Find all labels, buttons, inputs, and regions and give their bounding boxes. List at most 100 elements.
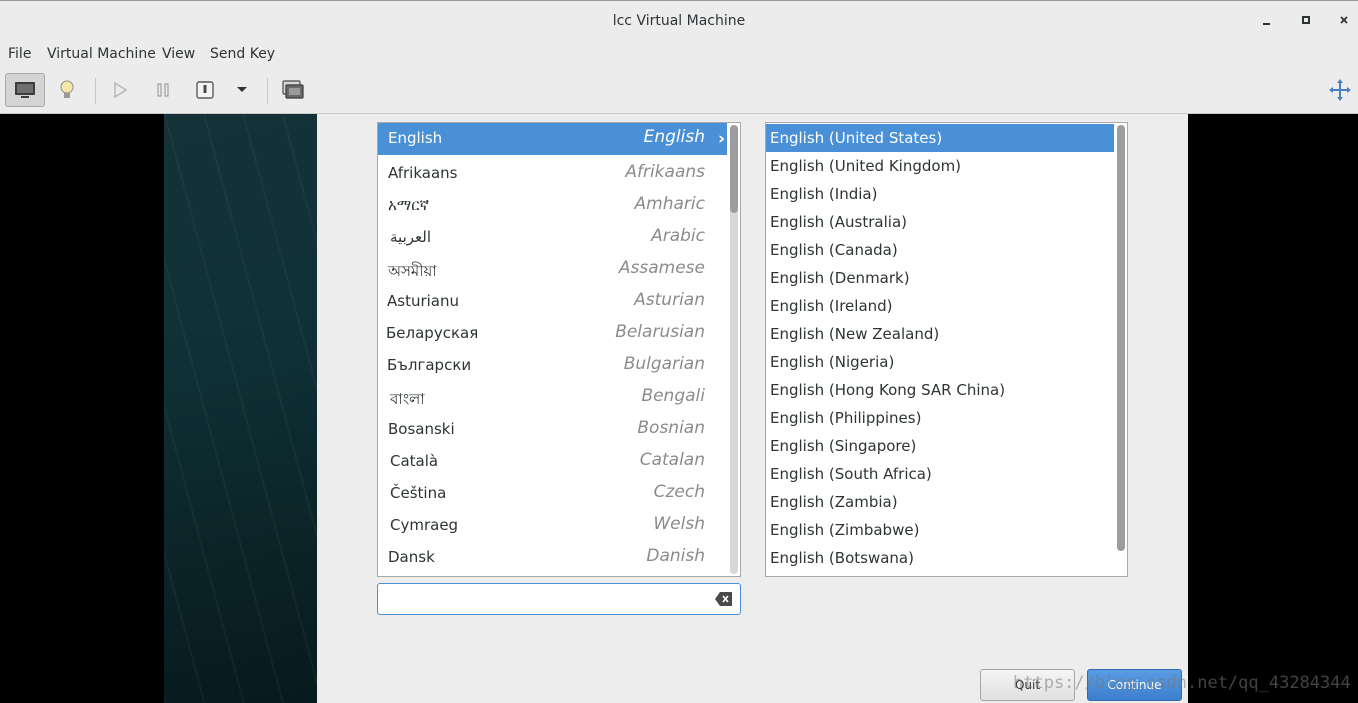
locale-item[interactable]: English (Nigeria) <box>766 348 1114 376</box>
continue-button[interactable]: Continue <box>1087 669 1182 701</box>
console-button[interactable] <box>5 73 45 107</box>
locale-item[interactable]: English (Zimbabwe) <box>766 516 1114 544</box>
guest-background-panel <box>164 114 317 703</box>
maximize-icon[interactable] <box>1296 11 1316 31</box>
locale-label: English (United States) <box>770 129 943 147</box>
language-item[interactable]: Dansk Danish <box>378 542 727 574</box>
locale-item[interactable]: English (South Africa) <box>766 460 1114 488</box>
scrollbar-thumb[interactable] <box>1117 125 1125 551</box>
language-english-name: Assamese <box>618 258 705 278</box>
locale-item[interactable]: English (Philippines) <box>766 404 1114 432</box>
language-item[interactable]: অসমীয়া Assamese <box>378 254 727 286</box>
locale-list[interactable]: English (United States) English (United … <box>765 122 1128 577</box>
menu-view[interactable]: View <box>162 46 195 62</box>
locale-label: English (Australia) <box>770 213 907 231</box>
language-item-english[interactable]: English English › <box>378 123 727 155</box>
language-search-field[interactable] <box>377 583 741 615</box>
language-item[interactable]: বাংলা Bengali <box>378 382 727 414</box>
language-native-name: Беларуская <box>386 324 479 342</box>
language-english-name: Amharic <box>634 194 705 214</box>
window-titlebar: lcc Virtual Machine <box>0 0 1358 42</box>
language-native-name: አማርኛ <box>388 196 430 214</box>
toolbar-separator <box>267 78 268 104</box>
language-native-name: Bosanski <box>388 420 455 438</box>
locale-label: English (Philippines) <box>770 409 922 427</box>
locale-item-selected[interactable]: English (United States) <box>766 124 1114 152</box>
locale-label: English (Hong Kong SAR China) <box>770 381 1006 399</box>
locale-label: English (Canada) <box>770 241 898 259</box>
locale-item[interactable]: English (Australia) <box>766 208 1114 236</box>
chevron-down-icon <box>237 87 247 92</box>
snapshot-icon <box>282 80 304 99</box>
run-button[interactable] <box>100 73 140 107</box>
language-list-scrollbar[interactable] <box>730 125 738 574</box>
language-native-name: Čeština <box>390 484 447 502</box>
locale-label: English (Ireland) <box>770 297 893 315</box>
language-english-name: Danish <box>646 546 705 566</box>
snapshots-button[interactable] <box>273 73 313 107</box>
language-item[interactable]: Cymraeg Welsh <box>378 510 727 542</box>
language-english-name: Catalan <box>639 450 705 470</box>
fullscreen-icon <box>1329 79 1351 101</box>
language-english-name: Asturian <box>634 290 705 310</box>
language-item[interactable]: Asturianu Asturian <box>378 286 727 318</box>
language-english-name: Czech <box>653 482 705 502</box>
locale-item[interactable]: English (New Zealand) <box>766 320 1114 348</box>
menu-virtual-machine[interactable]: Virtual Machine <box>47 46 156 62</box>
locale-item[interactable]: English (Canada) <box>766 236 1114 264</box>
lightbulb-icon <box>60 80 74 98</box>
language-item[interactable]: Беларуская Belarusian <box>378 318 727 350</box>
pause-icon <box>157 83 169 97</box>
locale-item[interactable]: English (Hong Kong SAR China) <box>766 376 1114 404</box>
locale-item[interactable]: English (United Kingdom) <box>766 152 1114 180</box>
locale-item[interactable]: English (Botswana) <box>766 544 1114 572</box>
menu-bar: File Virtual Machine View Send Key <box>0 42 1358 68</box>
language-native-name: অসমীয়া <box>388 262 437 280</box>
monitor-icon <box>15 82 35 98</box>
language-native-name: Български <box>387 356 472 374</box>
language-english-name: English <box>643 127 705 147</box>
language-item[interactable]: Български Bulgarian <box>378 350 727 382</box>
locale-label: English (South Africa) <box>770 465 932 483</box>
locale-item[interactable]: English (Zambia) <box>766 488 1114 516</box>
language-item[interactable]: አማርኛ Amharic <box>378 190 727 222</box>
language-item[interactable]: Afrikaans Afrikaans <box>378 158 727 190</box>
guest-screen-margin-right <box>1188 114 1358 703</box>
scrollbar-thumb[interactable] <box>730 125 738 213</box>
window-title: lcc Virtual Machine <box>612 13 746 29</box>
quit-button[interactable]: Quit <box>980 669 1075 701</box>
locale-list-scrollbar[interactable] <box>1117 125 1125 551</box>
language-list[interactable]: English English › Afrikaans Afrikaans አማ… <box>377 122 741 577</box>
language-item[interactable]: Bosanski Bosnian <box>378 414 727 446</box>
language-native-name: বাংলা <box>390 390 425 408</box>
locale-item[interactable]: English (Ireland) <box>766 292 1114 320</box>
language-english-name: Bulgarian <box>623 354 705 374</box>
language-item[interactable]: Čeština Czech <box>378 478 727 510</box>
menu-send-key[interactable]: Send Key <box>210 46 275 62</box>
fullscreen-button[interactable] <box>1320 73 1358 107</box>
shutdown-button[interactable] <box>185 73 225 107</box>
language-english-name: Bengali <box>641 386 705 406</box>
locale-label: English (Nigeria) <box>770 353 895 371</box>
locale-item[interactable]: English (India) <box>766 180 1114 208</box>
guest-screen-margin-left <box>0 114 164 703</box>
clear-text-icon[interactable] <box>715 591 733 607</box>
pause-button[interactable] <box>143 73 183 107</box>
language-native-name: Català <box>390 452 439 470</box>
details-button[interactable] <box>47 73 87 107</box>
menu-file[interactable]: File <box>8 46 31 62</box>
language-search-input[interactable] <box>384 588 708 612</box>
language-native-name: English <box>388 129 443 147</box>
play-icon <box>114 81 128 99</box>
minimize-icon[interactable] <box>1257 11 1277 31</box>
language-native-name: Dansk <box>388 548 435 566</box>
shutdown-menu-button[interactable] <box>222 73 262 107</box>
language-english-name: Belarusian <box>615 322 705 342</box>
language-item[interactable]: Català Catalan <box>378 446 727 478</box>
locale-item[interactable]: English (Denmark) <box>766 264 1114 292</box>
close-icon[interactable] <box>1334 11 1354 31</box>
locale-label: English (Singapore) <box>770 437 917 455</box>
language-item[interactable]: العربية Arabic <box>378 222 727 254</box>
locale-item[interactable]: English (Singapore) <box>766 432 1114 460</box>
toolbar-separator <box>95 78 96 104</box>
